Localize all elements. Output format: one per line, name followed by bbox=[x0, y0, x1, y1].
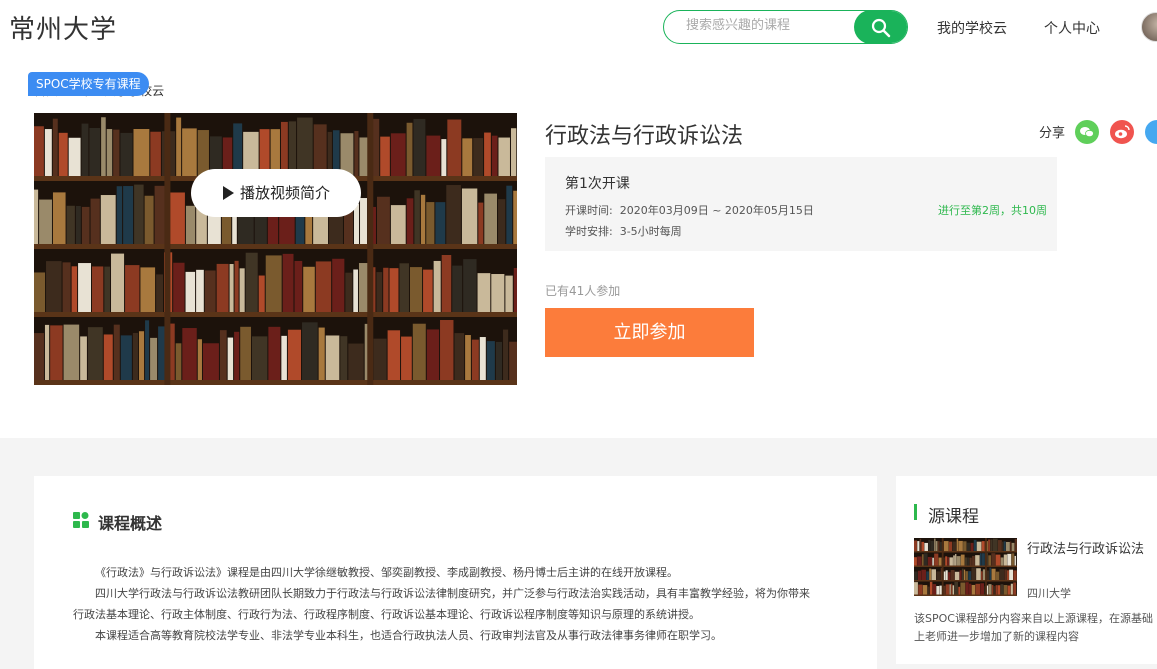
top-header: 常州大学 我的学校云 个人中心 bbox=[0, 0, 1157, 56]
play-intro-label: 播放视频简介 bbox=[240, 184, 331, 202]
course-hours-value: 3-5小时每周 bbox=[619, 225, 682, 238]
weibo-share-icon[interactable] bbox=[1110, 120, 1134, 144]
course-time: 开课时间: 2020年03月09日 ~ 2020年05月15日 bbox=[565, 202, 814, 218]
user-avatar[interactable] bbox=[1141, 12, 1157, 42]
overview-paragraph: 四川大学行政法与行政诉讼法教研团队长期致力于行政法与行政诉讼法律制度研究，并广泛… bbox=[95, 587, 810, 600]
bookshelf-thumbnail-image bbox=[914, 538, 1017, 596]
course-header-section: 首页>常州大学学校云 行政法与行政诉讼法 分享 第1次开课 开课时间: 2020… bbox=[0, 56, 1157, 438]
overview-title: 课程概述 bbox=[98, 514, 163, 533]
join-course-button[interactable]: 立即参加 bbox=[545, 308, 754, 357]
term-label: 第1次开课 bbox=[565, 176, 630, 192]
term-info-box: 第1次开课 开课时间: 2020年03月09日 ~ 2020年05月15日 学时… bbox=[545, 157, 1057, 251]
share-label: 分享 bbox=[1039, 126, 1066, 141]
course-cover-video[interactable] bbox=[34, 113, 517, 385]
qq-share-icon[interactable] bbox=[1145, 120, 1157, 144]
course-progress: 进行至第2周，共10周 bbox=[938, 204, 1047, 217]
source-course-thumbnail[interactable] bbox=[914, 538, 1017, 596]
source-course-panel: 源课程 行政法与行政诉讼法 四川大学 该SPOC课程部分内容来自以上源课程，在源… bbox=[896, 476, 1157, 664]
source-course-description: 该SPOC课程部分内容来自以上源课程，在源基础上老师进一步增加了新的课程内容 bbox=[914, 612, 1153, 643]
overview-paragraph: 行政法基本理论、行政主体制度、行政行为法、行政程序制度、行政诉讼基本理论、行政诉… bbox=[73, 608, 700, 621]
course-hours: 学时安排: 3-5小时每周 bbox=[565, 223, 682, 239]
overview-grid-icon bbox=[73, 512, 89, 528]
course-hours-label: 学时安排: bbox=[565, 225, 613, 238]
wechat-share-icon[interactable] bbox=[1075, 120, 1099, 144]
overview-paragraph: 本课程适合高等教育院校法学专业、非法学专业本科生，也适合行政执法人员、行政审判法… bbox=[95, 629, 722, 642]
bookshelf-image bbox=[34, 113, 517, 385]
course-title: 行政法与行政诉讼法 bbox=[545, 124, 744, 149]
nav-my-school-cloud[interactable]: 我的学校云 bbox=[937, 18, 1007, 38]
nav-personal-center[interactable]: 个人中心 bbox=[1044, 18, 1100, 38]
play-intro-video-button[interactable]: 播放视频简介 bbox=[191, 169, 361, 217]
course-time-label: 开课时间: bbox=[565, 204, 613, 217]
play-icon bbox=[223, 186, 234, 200]
source-course-heading: 源课程 bbox=[928, 507, 979, 527]
search-box[interactable] bbox=[663, 10, 908, 44]
participant-count: 已有41人参加 bbox=[545, 284, 621, 298]
search-input[interactable] bbox=[686, 18, 846, 33]
overview-paragraph: 《行政法》与行政诉讼法》课程是由四川大学徐继敏教授、邹奕副教授、李成副教授、杨丹… bbox=[95, 566, 678, 579]
school-logo[interactable]: 常州大学 bbox=[9, 9, 117, 46]
source-course-name[interactable]: 行政法与行政诉讼法 bbox=[1027, 538, 1144, 557]
course-time-value: 2020年03月09日 ~ 2020年05月15日 bbox=[619, 204, 814, 217]
source-course-school: 四川大学 bbox=[1027, 587, 1071, 600]
spoc-badge: SPOC学校专有课程 bbox=[28, 72, 149, 96]
search-icon bbox=[871, 18, 891, 38]
course-overview-panel: 课程概述 《行政法》与行政诉讼法》课程是由四川大学徐继敏教授、邹奕副教授、李成副… bbox=[34, 476, 877, 669]
search-button[interactable] bbox=[854, 11, 907, 43]
section-accent-bar bbox=[914, 504, 917, 520]
